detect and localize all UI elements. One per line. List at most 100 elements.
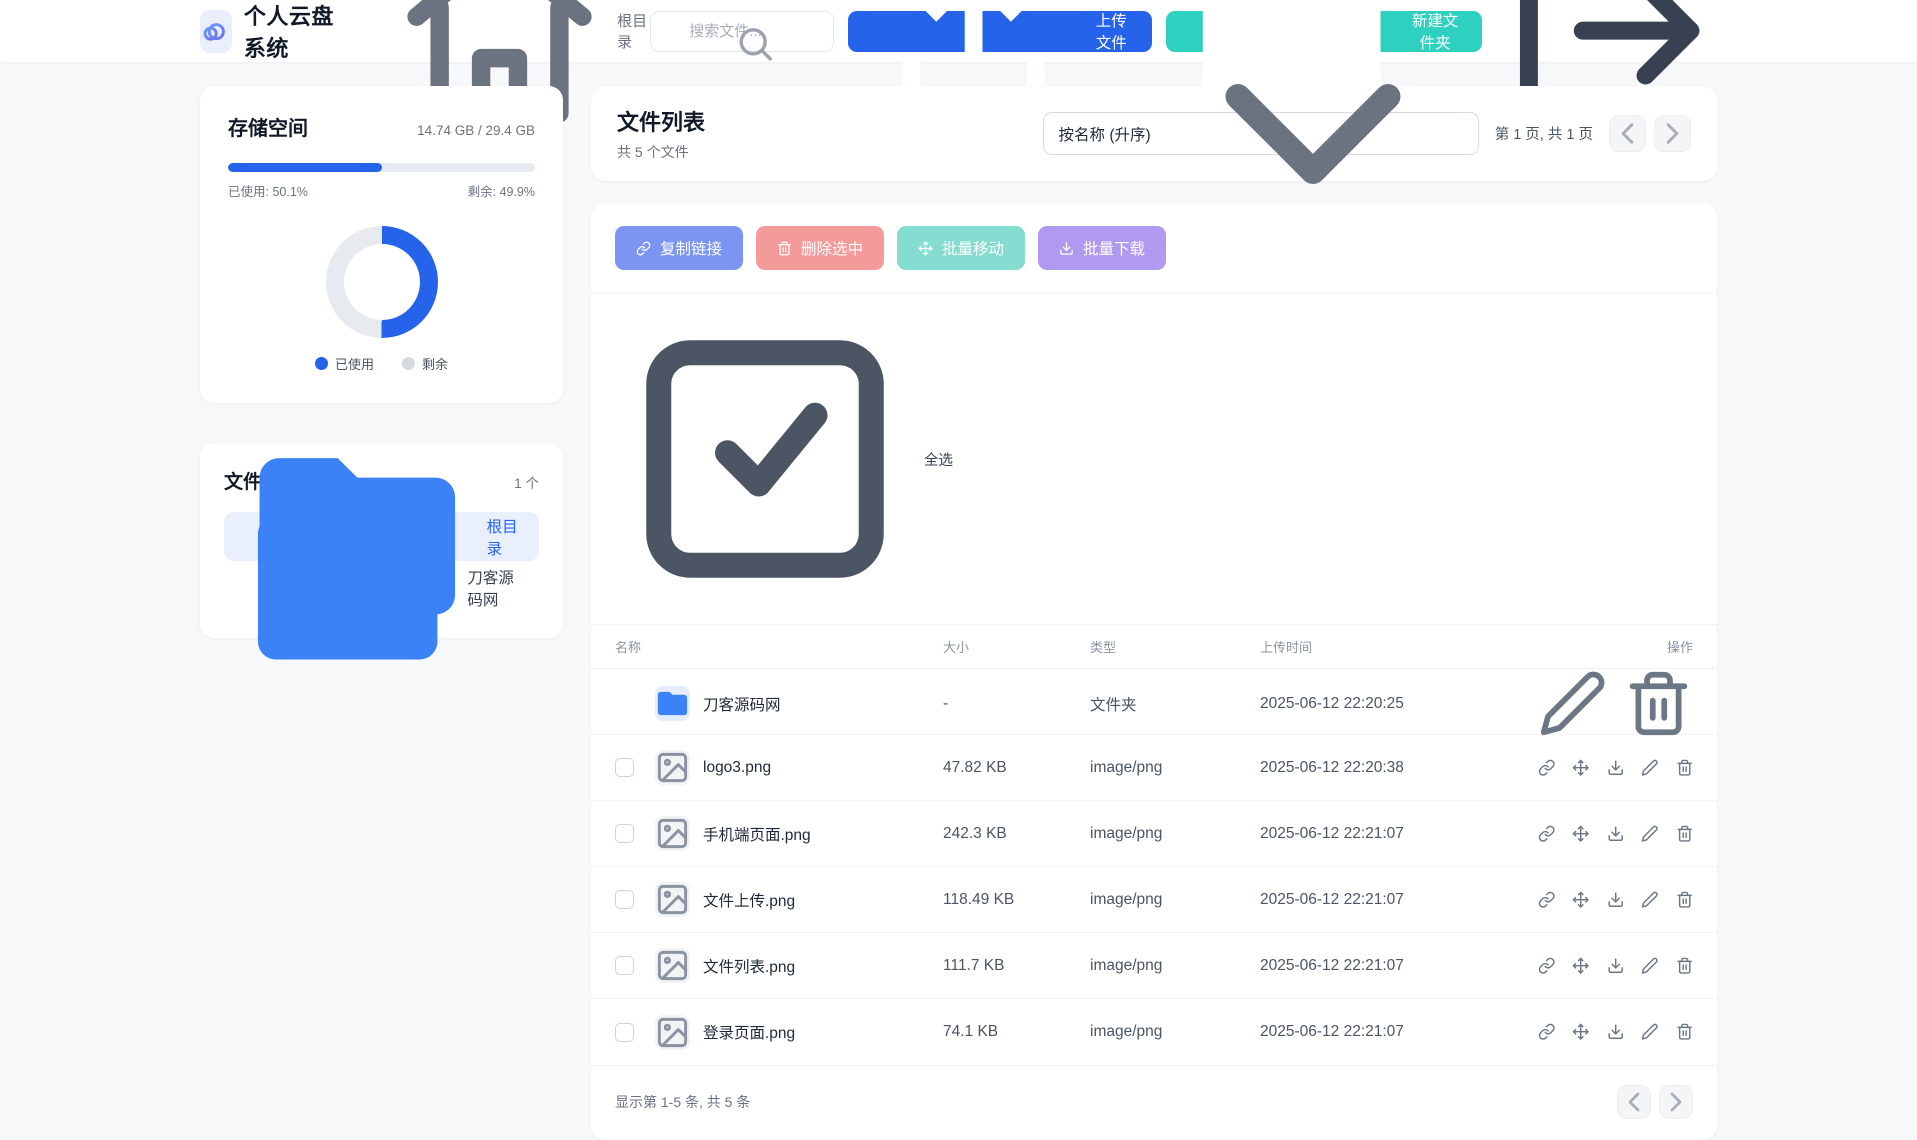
batch-link-button[interactable]: 复制链接 (615, 226, 743, 270)
file-list-title: 文件列表 (617, 105, 705, 137)
upload-file-label: 上传文件 (1089, 9, 1133, 53)
page-info: 第 1 页, 共 1 页 (1495, 123, 1593, 144)
storage-used-label: 已使用: 50.1% (228, 181, 308, 200)
download-icon[interactable] (1607, 891, 1624, 908)
batch-move-button[interactable]: 批量移动 (897, 226, 1025, 270)
table-row: 手机端页面.png242.3 KBimage/png2025-06-12 22:… (591, 801, 1717, 867)
prev-page-button[interactable] (1617, 1085, 1651, 1119)
edit-icon[interactable] (1641, 759, 1658, 776)
move-icon[interactable] (1572, 825, 1589, 842)
sort-select[interactable]: 按名称 (升序) (1043, 112, 1479, 155)
folder-item-label: 根目录 (487, 515, 523, 559)
move-icon[interactable] (1572, 891, 1589, 908)
prev-page-button[interactable] (1609, 115, 1646, 152)
image-file-icon (655, 882, 690, 917)
delete-icon[interactable] (1624, 669, 1693, 738)
download-icon[interactable] (1607, 1023, 1624, 1040)
file-name[interactable]: 登录页面.png (703, 1021, 943, 1043)
file-size: 111.7 KB (943, 957, 1090, 975)
file-size: - (943, 695, 1090, 713)
batch-button-label: 批量下载 (1083, 237, 1145, 259)
chevron-left-icon (1610, 116, 1645, 151)
edit-icon[interactable] (1641, 891, 1658, 908)
file-upload-time: 2025-06-12 22:21:07 (1260, 957, 1538, 975)
file-size: 47.82 KB (943, 759, 1090, 777)
file-type: image/png (1090, 957, 1260, 975)
download-icon[interactable] (1607, 957, 1624, 974)
delete-icon[interactable] (1676, 891, 1693, 908)
legend-free-dot (402, 357, 415, 370)
table-row: logo3.png47.82 KBimage/png2025-06-12 22:… (591, 735, 1717, 801)
sort-select-value: 按名称 (升序) (1059, 123, 1151, 145)
move-icon[interactable] (1572, 1023, 1589, 1040)
edit-icon[interactable] (1641, 825, 1658, 842)
file-name[interactable]: logo3.png (703, 759, 943, 777)
app-title: 个人云盘系统 (244, 0, 344, 63)
folder-item-label: 刀客源码网 (467, 566, 523, 610)
edit-icon[interactable] (1538, 669, 1607, 738)
delete-icon[interactable] (1676, 825, 1693, 842)
download-icon[interactable] (1607, 825, 1624, 842)
storage-usage-text: 14.74 GB / 29.4 GB (417, 123, 535, 138)
column-size: 大小 (943, 637, 1090, 656)
move-icon[interactable] (1572, 957, 1589, 974)
search-box (650, 11, 834, 52)
copy-link-icon[interactable] (1538, 1023, 1555, 1040)
link-icon (636, 241, 651, 256)
batch-actions-bar: 复制链接 删除选中 批量移动 批量下载 (591, 203, 1717, 294)
row-checkbox[interactable] (615, 758, 634, 777)
app-logo (200, 10, 232, 53)
download-icon (1059, 241, 1074, 256)
storage-progress-bar (228, 163, 535, 172)
main-area: 文件列表 共 5 个文件 按名称 (升序) 第 1 页, 共 1 页 (591, 86, 1717, 1140)
batch-download-button[interactable]: 批量下载 (1038, 226, 1166, 270)
breadcrumb-label: 根目录 (617, 10, 650, 52)
image-file-icon (655, 816, 690, 851)
edit-icon[interactable] (1641, 1023, 1658, 1040)
delete-icon[interactable] (1676, 759, 1693, 776)
row-checkbox[interactable] (615, 890, 634, 909)
copy-link-icon[interactable] (1538, 825, 1555, 842)
batch-trash-button[interactable]: 删除选中 (756, 226, 884, 270)
footer-count-text: 显示第 1-5 条, 共 5 条 (615, 1092, 750, 1112)
file-name[interactable]: 手机端页面.png (703, 823, 943, 845)
batch-button-label: 批量移动 (942, 237, 1004, 259)
file-type: 文件夹 (1090, 693, 1260, 715)
column-actions: 操作 (1538, 637, 1693, 656)
batch-button-label: 复制链接 (660, 237, 722, 259)
copy-link-icon[interactable] (1538, 759, 1555, 776)
row-checkbox[interactable] (615, 1023, 634, 1042)
file-name[interactable]: 文件上传.png (703, 889, 943, 911)
file-name[interactable]: 刀客源码网 (703, 693, 943, 715)
storage-progress-fill (228, 163, 382, 172)
table-row: 文件列表.png111.7 KBimage/png2025-06-12 22:2… (591, 933, 1717, 999)
file-upload-time: 2025-06-12 22:20:25 (1260, 695, 1538, 713)
next-page-button[interactable] (1654, 115, 1691, 152)
select-all-toggle[interactable]: 全选 (591, 294, 1717, 625)
next-page-button[interactable] (1659, 1085, 1693, 1119)
move-icon[interactable] (1572, 759, 1589, 776)
legend-free: 剩余 (402, 354, 448, 373)
file-size: 74.1 KB (943, 1023, 1090, 1041)
table-row: 刀客源码网-文件夹2025-06-12 22:20:25 (591, 669, 1717, 735)
file-upload-time: 2025-06-12 22:21:07 (1260, 825, 1538, 843)
file-size: 118.49 KB (943, 891, 1090, 909)
legend-used: 已使用 (315, 354, 374, 373)
file-name[interactable]: 文件列表.png (703, 955, 943, 977)
image-file-icon (655, 1015, 690, 1050)
copy-link-icon[interactable] (1538, 891, 1555, 908)
upload-file-button[interactable]: 上传文件 (848, 11, 1152, 52)
check-square-icon (615, 309, 915, 609)
delete-icon[interactable] (1676, 1023, 1693, 1040)
copy-link-icon[interactable] (1538, 957, 1555, 974)
sidebar-folder-daoke[interactable]: 刀客源码网 (224, 563, 539, 612)
file-type: image/png (1090, 891, 1260, 909)
row-checkbox[interactable] (615, 956, 634, 975)
table-row: 文件上传.png118.49 KBimage/png2025-06-12 22:… (591, 867, 1717, 933)
delete-icon[interactable] (1676, 957, 1693, 974)
folder-icon (240, 480, 455, 695)
row-checkbox[interactable] (615, 824, 634, 843)
download-icon[interactable] (1607, 759, 1624, 776)
legend-used-dot (315, 357, 328, 370)
edit-icon[interactable] (1641, 957, 1658, 974)
